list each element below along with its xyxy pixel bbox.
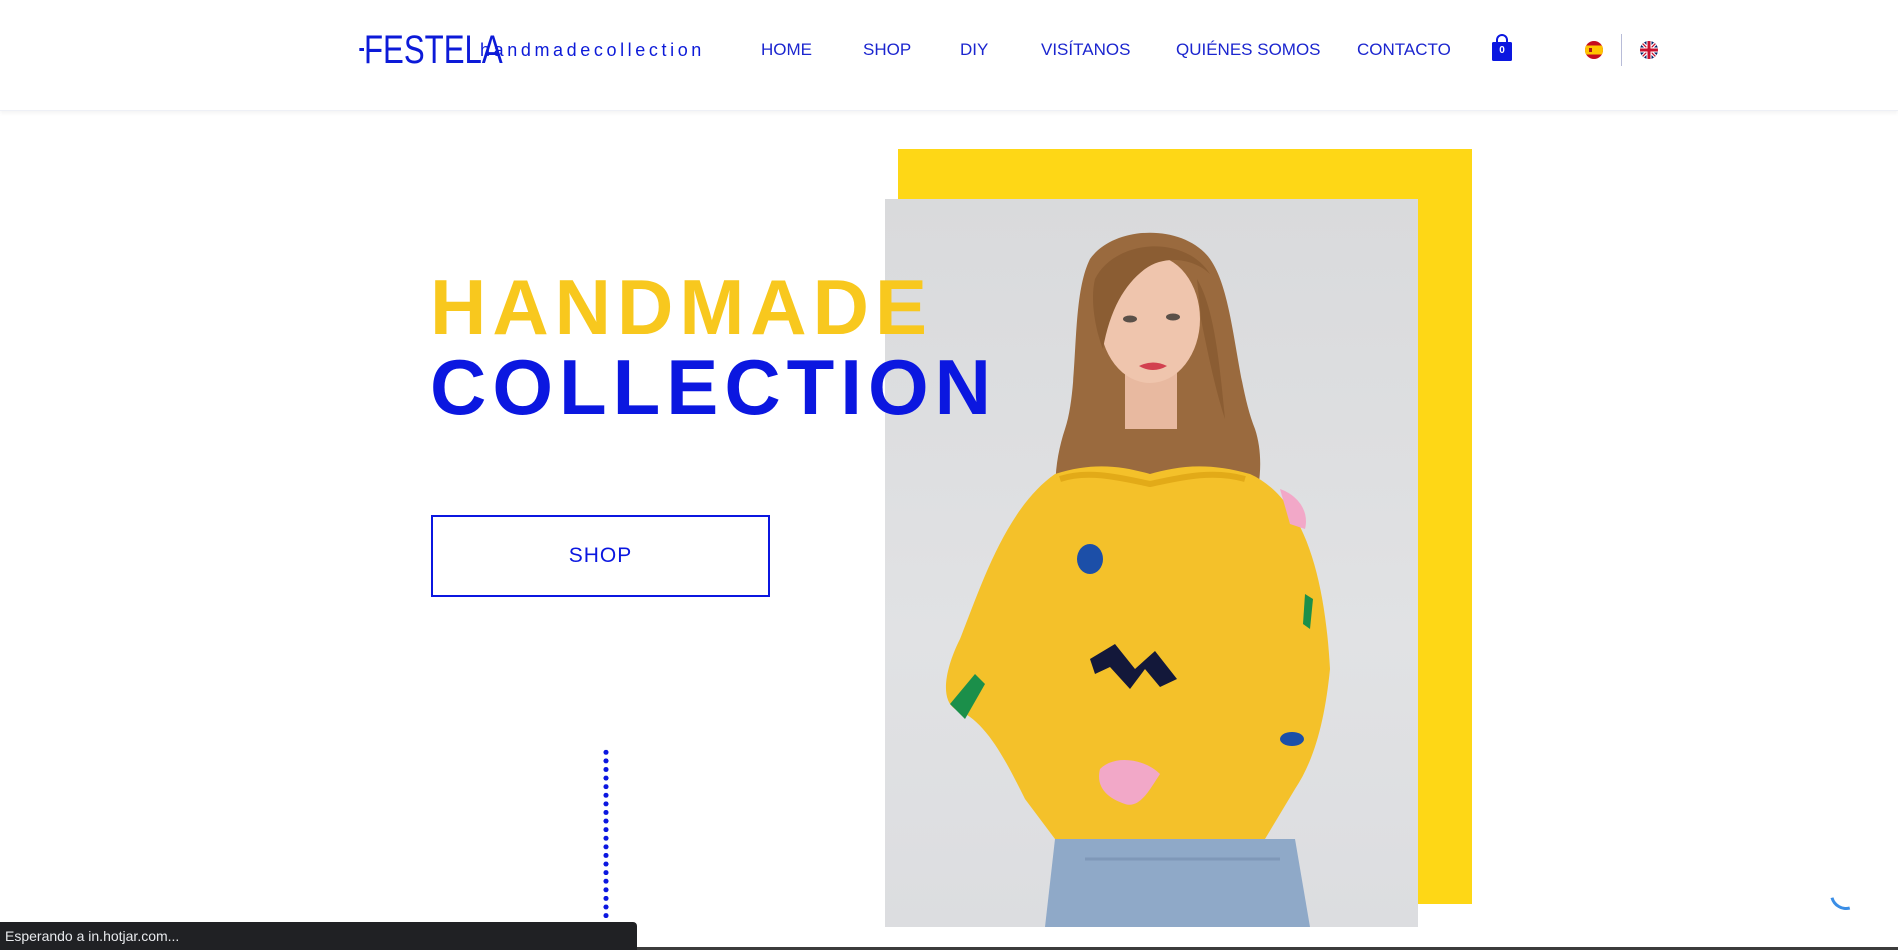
hero-title-collection: COLLECTION (430, 343, 997, 431)
cart-count: 0 (1499, 45, 1505, 56)
logo-dash (359, 48, 364, 51)
nav-visitanos[interactable]: VISÍTANOS (1041, 38, 1130, 62)
nav-home[interactable]: HOME (761, 38, 812, 62)
browser-status-bar: Esperando a in.hotjar.com... (0, 922, 637, 950)
model-illustration (945, 232, 1330, 927)
loading-spinner-icon (1824, 872, 1868, 916)
hero-photo (885, 199, 1418, 927)
site-header: FESTELA handmadecollection HOME SHOP DIY… (0, 0, 1898, 111)
scroll-dotted-line (603, 748, 609, 920)
cart-button[interactable]: 0 (1491, 34, 1513, 62)
nav-diy[interactable]: DIY (960, 38, 988, 62)
shop-button[interactable]: SHOP (431, 515, 770, 597)
hero-title-handmade: HANDMADE (430, 263, 933, 351)
logo-tagline[interactable]: handmadecollection (480, 38, 705, 62)
nav-shop[interactable]: SHOP (863, 38, 911, 62)
language-divider (1621, 34, 1622, 66)
uk-flag-icon[interactable] (1640, 41, 1658, 59)
nav-contacto[interactable]: CONTACTO (1357, 38, 1451, 62)
es-flag-icon[interactable] (1585, 41, 1603, 59)
nav-quienes-somos[interactable]: QUIÉNES SOMOS (1176, 38, 1321, 62)
